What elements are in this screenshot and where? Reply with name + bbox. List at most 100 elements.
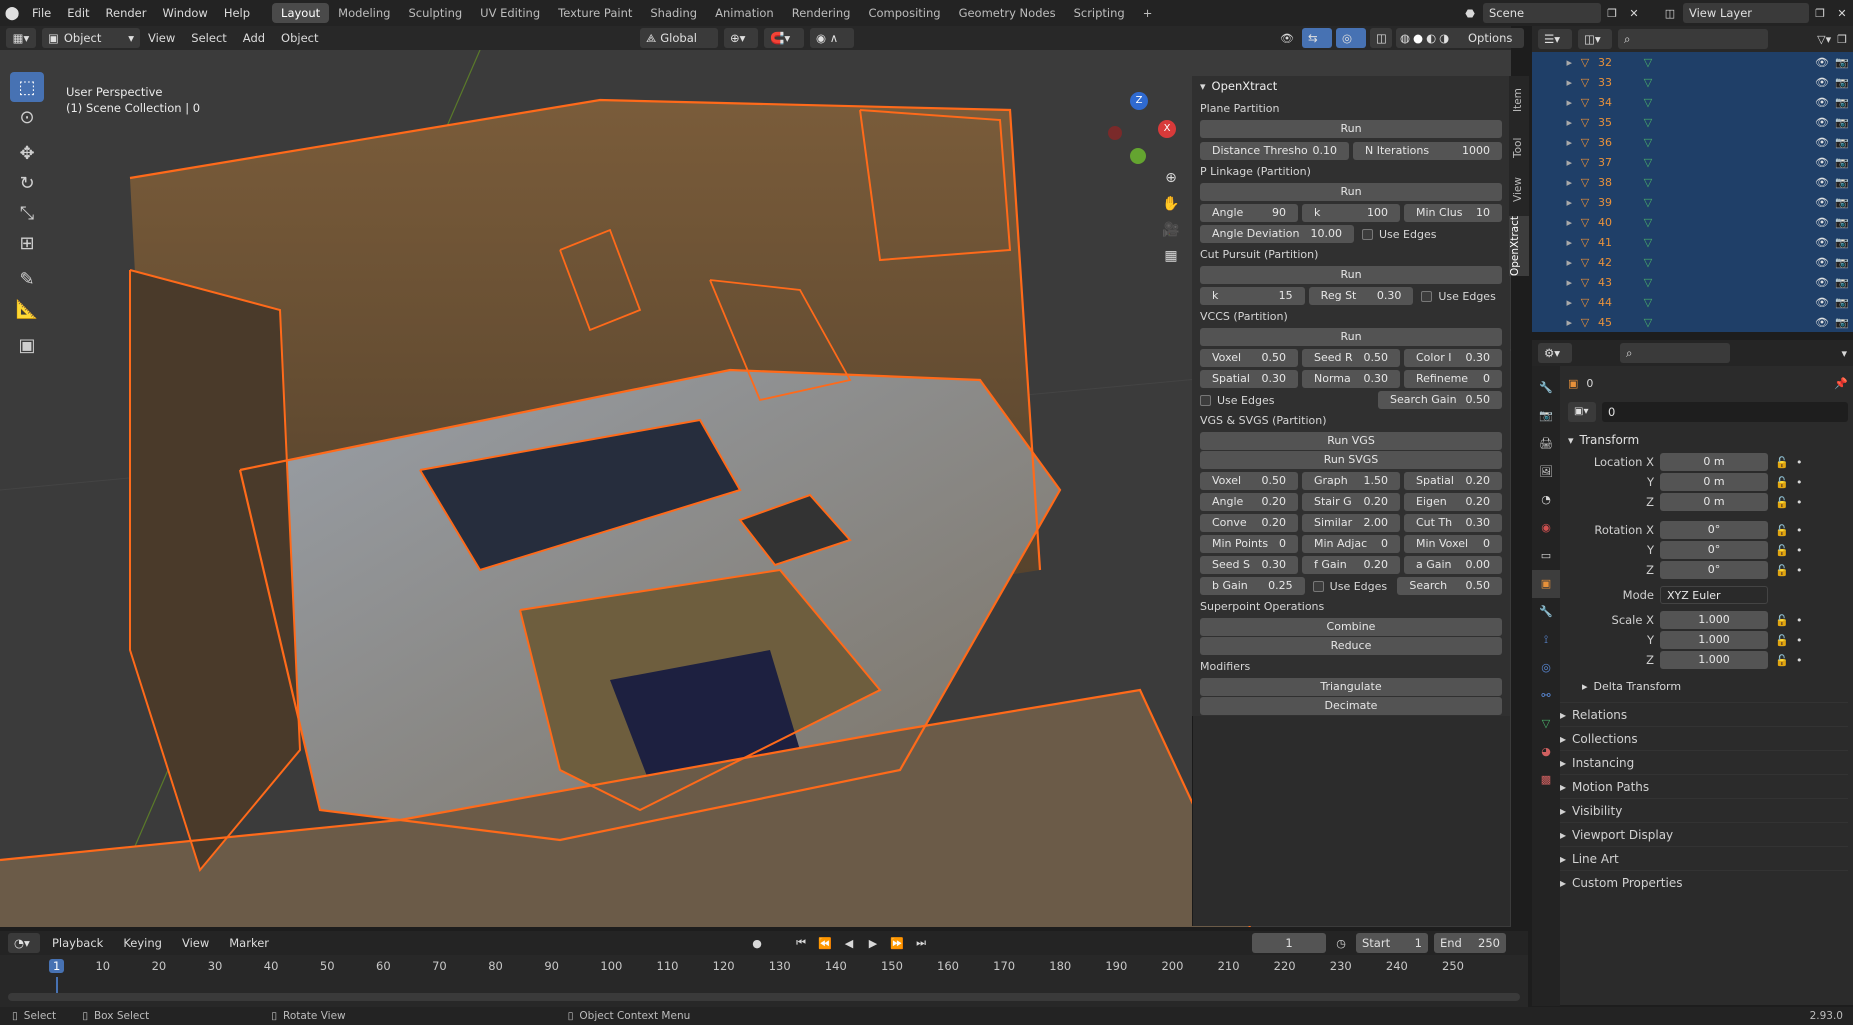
tab-rendering[interactable]: Rendering: [783, 3, 860, 23]
expand-chevron-icon[interactable]: ▸: [1532, 196, 1572, 209]
particles-tab-icon[interactable]: ⟟: [1532, 626, 1560, 654]
n-iterations-field[interactable]: N Iterations 1000: [1353, 142, 1502, 160]
eye-icon[interactable]: 👁: [1813, 256, 1831, 269]
outliner-item-name[interactable]: 42: [1598, 256, 1628, 269]
navigation-gizmo[interactable]: Z X: [1100, 90, 1180, 170]
keyframe-dot-icon[interactable]: •: [1796, 654, 1806, 667]
checkbox-box[interactable]: [1312, 580, 1324, 592]
eye-icon[interactable]: 👁: [1813, 196, 1831, 209]
tab-texture-paint[interactable]: Texture Paint: [549, 3, 641, 23]
play-icon[interactable]: ▶: [863, 937, 883, 950]
timeline-menu-playback[interactable]: Playback: [44, 933, 111, 953]
plinkage-min-cluster-field[interactable]: Min Clus 10: [1404, 204, 1502, 222]
expand-chevron-icon[interactable]: ▸: [1532, 136, 1572, 149]
options-chevron-icon[interactable]: ▾: [1841, 347, 1847, 360]
vgs-field-13[interactable]: f Gain 0.20: [1302, 556, 1400, 574]
view-layer-selector[interactable]: View Layer: [1683, 3, 1809, 23]
camera-render-icon[interactable]: 📷: [1831, 176, 1853, 189]
delta-transform-header[interactable]: Delta Transform: [1594, 680, 1682, 693]
vccs-field-1[interactable]: Seed R 0.50: [1302, 349, 1400, 367]
menu-file[interactable]: File: [24, 0, 59, 26]
search-gain-field[interactable]: Search Gain 0.50: [1378, 391, 1502, 409]
vgs-field-5[interactable]: Eigen 0.20: [1404, 493, 1502, 511]
expand-chevron-icon[interactable]: ▸: [1532, 56, 1572, 69]
tab-animation[interactable]: Animation: [706, 3, 783, 23]
chevron-right-icon[interactable]: ▸: [1582, 680, 1588, 693]
xray-toggle[interactable]: ◫: [1370, 28, 1392, 48]
outliner-item-name[interactable]: 36: [1598, 136, 1628, 149]
camera-render-icon[interactable]: 📷: [1831, 236, 1853, 249]
scale-x-field[interactable]: 1.000: [1660, 611, 1768, 629]
plinkage-run-button[interactable]: Run: [1200, 183, 1502, 201]
vgs-field-3[interactable]: Angle 0.20: [1200, 493, 1298, 511]
outliner-item[interactable]: ▸ ▽ 38 ▽ 👁 📷: [1532, 172, 1853, 192]
vgs-field-11[interactable]: Min Voxel 0: [1404, 535, 1502, 553]
pivot-point-selector[interactable]: ⊕▾: [724, 28, 758, 48]
vgs-field-7[interactable]: Similar 2.00: [1302, 514, 1400, 532]
modifier-tab-icon[interactable]: 🔧: [1532, 598, 1560, 626]
panel-viewport-display[interactable]: ▸ Viewport Display: [1560, 822, 1848, 846]
data-tab-icon[interactable]: ▽: [1532, 710, 1560, 738]
keyframe-dot-icon[interactable]: •: [1796, 544, 1806, 557]
clock-icon[interactable]: ◷: [1332, 937, 1350, 950]
angle-deviation-field[interactable]: Angle Deviation 10.00: [1200, 225, 1354, 243]
viewport-menu-object[interactable]: Object: [273, 28, 326, 48]
display-mode-selector[interactable]: ◫▾: [1578, 29, 1612, 49]
end-frame-field[interactable]: End 250: [1434, 933, 1506, 953]
tab-layout[interactable]: Layout: [272, 3, 330, 23]
lock-icon[interactable]: 🔓: [1774, 476, 1790, 489]
vccs-run-button[interactable]: Run: [1200, 328, 1502, 346]
outliner-item-name[interactable]: 39: [1598, 196, 1628, 209]
rotation-mode-selector[interactable]: XYZ Euler: [1660, 586, 1768, 604]
tab-sculpting[interactable]: Sculpting: [399, 3, 471, 23]
outliner-item-name[interactable]: 37: [1598, 156, 1628, 169]
expand-chevron-icon[interactable]: ▸: [1532, 156, 1572, 169]
camera-render-icon[interactable]: 📷: [1831, 96, 1853, 109]
new-view-layer-icon[interactable]: ❐: [1809, 7, 1831, 20]
menu-window[interactable]: Window: [154, 0, 215, 26]
keyframe-dot-icon[interactable]: •: [1796, 564, 1806, 577]
outliner-item[interactable]: ▸ ▽ 37 ▽ 👁 📷: [1532, 152, 1853, 172]
eye-icon[interactable]: 👁: [1813, 236, 1831, 249]
output-tab-icon[interactable]: 🖨: [1532, 430, 1560, 458]
vgs-field-10[interactable]: Min Adjac 0: [1302, 535, 1400, 553]
lock-icon[interactable]: 🔓: [1774, 544, 1790, 557]
eye-icon[interactable]: 👁: [1813, 176, 1831, 189]
select-box-tool-icon[interactable]: ⬚: [10, 72, 44, 102]
timeline-menu-marker[interactable]: Marker: [221, 933, 277, 953]
render-tab-icon[interactable]: 📷: [1532, 402, 1560, 430]
snap-toggle[interactable]: 🧲▾: [764, 28, 804, 48]
jump-start-icon[interactable]: ⏮: [791, 936, 811, 950]
outliner-item-name[interactable]: 35: [1598, 116, 1628, 129]
tab-openxtract[interactable]: OpenXtract: [1509, 216, 1529, 276]
transform-orientation-selector[interactable]: ⟁ Global: [640, 28, 718, 48]
annotate-tool-icon[interactable]: ✎: [10, 264, 44, 294]
tab-compositing[interactable]: Compositing: [859, 3, 949, 23]
outliner-item[interactable]: ▸ ▽ 39 ▽ 👁 📷: [1532, 192, 1853, 212]
outliner-item[interactable]: ▸ ▽ 41 ▽ 👁 📷: [1532, 232, 1853, 252]
physics-tab-icon[interactable]: ◎: [1532, 654, 1560, 682]
new-scene-icon[interactable]: ❐: [1601, 7, 1623, 20]
timeline-menu-keying[interactable]: Keying: [115, 933, 170, 953]
keyframe-dot-icon[interactable]: •: [1796, 634, 1806, 647]
start-frame-field[interactable]: Start 1: [1356, 933, 1428, 953]
tab-scripting[interactable]: Scripting: [1065, 3, 1134, 23]
rotation-x-field[interactable]: 0°: [1660, 521, 1768, 539]
scene-selector[interactable]: Scene: [1483, 3, 1601, 23]
expand-chevron-icon[interactable]: ▸: [1532, 276, 1572, 289]
camera-render-icon[interactable]: 📷: [1831, 156, 1853, 169]
panel-visibility[interactable]: ▸ Visibility: [1560, 798, 1848, 822]
vgs-field-0[interactable]: Voxel 0.50: [1200, 472, 1298, 490]
outliner-item[interactable]: ▸ ▽ 42 ▽ 👁 📷: [1532, 252, 1853, 272]
properties-editor-type[interactable]: ⚙▾: [1538, 343, 1572, 363]
object-type-selector[interactable]: ▣▾: [1568, 402, 1596, 422]
outliner-item[interactable]: ▸ ▽ 40 ▽ 👁 📷: [1532, 212, 1853, 232]
plinkage-k-field[interactable]: k 100: [1302, 204, 1400, 222]
rendered-shading-icon[interactable]: ◑: [1439, 28, 1449, 48]
outliner-item[interactable]: ▸ ▽ 35 ▽ 👁 📷: [1532, 112, 1853, 132]
location-z-field[interactable]: 0 m: [1660, 493, 1768, 511]
add-cube-tool-icon[interactable]: ▣: [10, 330, 44, 360]
lock-icon[interactable]: 🔓: [1774, 456, 1790, 469]
zoom-icon[interactable]: ⊕: [1160, 170, 1182, 196]
camera-render-icon[interactable]: 📷: [1831, 256, 1853, 269]
